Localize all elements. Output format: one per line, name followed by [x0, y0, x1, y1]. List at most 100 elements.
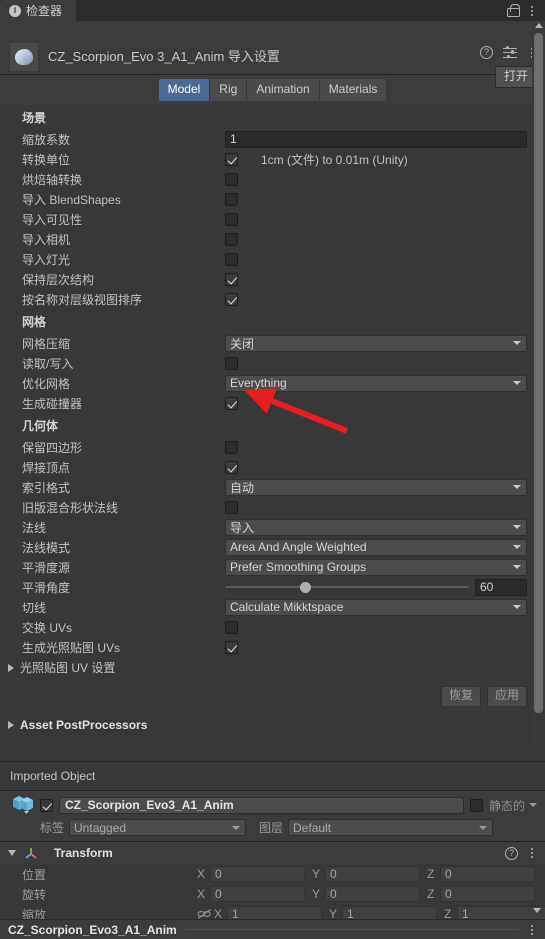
normals-mode-dropdown[interactable]: Area And Angle Weighted	[225, 538, 527, 556]
help-icon[interactable]: ?	[480, 46, 493, 59]
optimize-mesh-dropdown[interactable]: Everything	[225, 374, 527, 392]
row-import-visibility: 导入可见性	[0, 209, 545, 229]
sort-hierarchy-checkbox[interactable]	[225, 292, 238, 306]
axis-z-label: Z	[427, 887, 435, 901]
lightmap-uv-settings-label: 光照贴图 UV 设置	[20, 661, 116, 675]
swap-uvs-checkbox[interactable]	[225, 620, 238, 634]
layer-dropdown[interactable]: Default	[288, 819, 494, 836]
mesh-compression-dropdown[interactable]: 关闭	[225, 334, 527, 352]
model-settings-body: 场景 缩放系数 1 转换单位 1cm (文件) to 0.01m (Unity)…	[0, 105, 545, 761]
foldout-lightmap-uv-settings[interactable]: 光照贴图 UV 设置	[0, 657, 545, 678]
static-label-group[interactable]: 静态的	[489, 797, 537, 814]
tab-animation[interactable]: Animation	[247, 79, 320, 101]
kebab-menu-icon[interactable]	[527, 5, 537, 16]
scrollbar-thumb[interactable]	[534, 33, 543, 713]
row-smoothing-angle: 平滑角度 60	[0, 577, 545, 597]
row-preserve-hierarchy: 保持层次结构	[0, 269, 545, 289]
revert-button[interactable]: 恢复	[440, 686, 481, 707]
slider-knob[interactable]	[300, 582, 312, 593]
axis-x-label: X	[197, 887, 206, 901]
footer-asset-name: CZ_Scorpion_Evo3_A1_Anim	[8, 922, 177, 937]
help-icon[interactable]: ?	[505, 846, 518, 860]
preset-icon[interactable]	[503, 45, 517, 59]
smoothing-angle-input[interactable]: 60	[475, 578, 527, 596]
row-weld-vertices: 焊接顶点	[0, 457, 545, 477]
position-z-input[interactable]: 0	[440, 866, 535, 882]
tab-rig[interactable]: Rig	[210, 79, 248, 101]
generate-lightmap-uvs-checkbox[interactable]	[225, 640, 238, 654]
row-tangents: 切线 Calculate Mikktspace	[0, 597, 545, 617]
footer-bar: CZ_Scorpion_Evo3_A1_Anim	[0, 919, 545, 939]
keep-quads-checkbox[interactable]	[225, 440, 238, 454]
scale-factor-input[interactable]: 1	[225, 130, 527, 148]
axis-z-label: Z	[427, 867, 435, 881]
kebab-menu-icon[interactable]	[527, 924, 537, 935]
import-visibility-checkbox[interactable]	[225, 212, 238, 226]
import-cameras-checkbox[interactable]	[225, 232, 238, 246]
import-blendshapes-checkbox[interactable]	[225, 192, 238, 206]
chevron-down-icon[interactable]	[8, 850, 16, 856]
tab-model[interactable]: Model	[158, 79, 211, 101]
label-tangents: 切线	[22, 600, 47, 615]
weld-vertices-checkbox[interactable]	[225, 460, 238, 474]
smoothness-source-value: Prefer Smoothing Groups	[230, 560, 367, 574]
index-format-dropdown[interactable]: 自动	[225, 478, 527, 496]
page-title: CZ_Scorpion_Evo 3_A1_Anim 导入设置	[48, 49, 280, 64]
position-x-input[interactable]: 0	[210, 866, 305, 882]
bake-axis-checkbox[interactable]	[225, 172, 238, 186]
label-scale-factor: 缩放系数	[22, 132, 71, 147]
label-smoothing-angle: 平滑角度	[22, 580, 71, 595]
rotation-label: 旋转	[22, 887, 47, 902]
object-enabled-checkbox[interactable]	[40, 798, 53, 812]
preserve-hierarchy-checkbox[interactable]	[225, 272, 238, 286]
tab-inspector[interactable]: i 检查器	[0, 0, 77, 21]
import-lights-checkbox[interactable]	[225, 252, 238, 266]
label-generate-colliders: 生成碰撞器	[22, 396, 83, 411]
rotation-x-input[interactable]: 0	[210, 886, 305, 902]
legacy-blendshape-normals-checkbox[interactable]	[225, 500, 238, 514]
kebab-menu-icon[interactable]	[527, 848, 537, 858]
label-swap-uvs: 交换 UVs	[22, 620, 73, 635]
axis-y-label: Y	[312, 867, 321, 881]
scroll-up-icon[interactable]	[534, 23, 543, 28]
tag-dropdown[interactable]: Untagged	[69, 819, 247, 836]
transform-row-rotation: 旋转 X 0 Y 0 Z 0	[0, 884, 545, 904]
chevron-down-icon	[513, 545, 521, 549]
label-preserve-hierarchy: 保持层次结构	[22, 272, 95, 287]
label-bake-axis: 烘焙轴转换	[22, 172, 83, 187]
open-button[interactable]: 打开	[494, 66, 537, 88]
vertical-scrollbar[interactable]	[532, 21, 545, 745]
foldout-asset-postprocessors[interactable]: Asset PostProcessors	[0, 713, 545, 737]
normals-dropdown[interactable]: 导入	[225, 518, 527, 536]
row-convert-units: 转换单位 1cm (文件) to 0.01m (Unity)	[0, 149, 545, 169]
prefab-cube-icon	[10, 794, 34, 816]
position-y-input[interactable]: 0	[325, 866, 420, 882]
convert-units-checkbox[interactable]	[225, 152, 238, 166]
label-read-write: 读取/写入	[22, 356, 74, 371]
tangents-dropdown[interactable]: Calculate Mikktspace	[225, 598, 527, 616]
chevron-down-icon[interactable]	[533, 908, 541, 913]
read-write-checkbox[interactable]	[225, 356, 238, 370]
apply-button[interactable]: 应用	[486, 686, 527, 707]
normals-mode-value: Area And Angle Weighted	[230, 540, 367, 554]
lock-icon[interactable]	[507, 4, 520, 17]
tab-materials[interactable]: Materials	[319, 79, 387, 101]
smoothness-source-dropdown[interactable]: Prefer Smoothing Groups	[225, 558, 527, 576]
rotation-z-input[interactable]: 0	[440, 886, 535, 902]
imported-object-panel: CZ_Scorpion_Evo3_A1_Anim 静态的 标签 Untagged…	[0, 791, 545, 841]
action-buttons: 恢复 应用	[0, 678, 545, 713]
label-import-blendshapes: 导入 BlendShapes	[22, 192, 121, 207]
chevron-down-icon	[513, 485, 521, 489]
generate-colliders-checkbox[interactable]	[225, 396, 238, 410]
row-swap-uvs: 交换 UVs	[0, 617, 545, 637]
chevron-down-icon	[479, 825, 488, 830]
label-smoothness-source: 平滑度源	[22, 560, 71, 575]
position-label: 位置	[22, 867, 47, 882]
transform-component-header: Transform ?	[0, 842, 545, 864]
smoothing-angle-slider[interactable]	[225, 580, 469, 594]
static-checkbox[interactable]	[469, 798, 483, 812]
rotation-y-input[interactable]: 0	[325, 886, 420, 902]
object-name-input[interactable]: CZ_Scorpion_Evo3_A1_Anim	[59, 796, 464, 814]
label-sort-hierarchy: 按名称对层级视图排序	[22, 292, 143, 307]
tab-inspector-label: 检查器	[26, 4, 63, 18]
